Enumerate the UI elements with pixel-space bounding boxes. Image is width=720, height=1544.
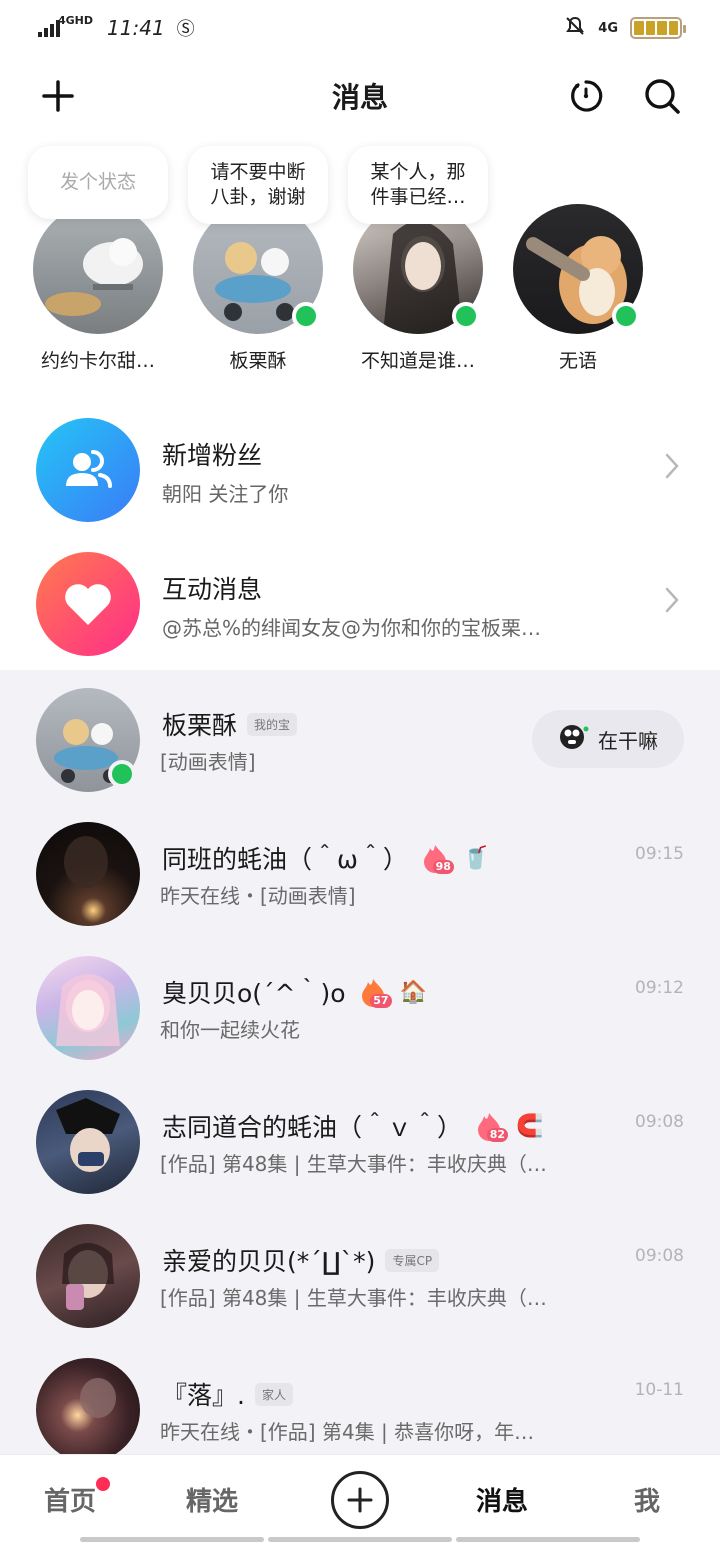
chat-name: 臭贝贝o(´^｀)o <box>162 979 346 1008</box>
nav-featured[interactable]: 精选 <box>186 1481 238 1518</box>
status-bubble[interactable]: 某个人，那件事已经… <box>348 146 488 224</box>
fans-icon <box>36 418 140 522</box>
chat-name-wrap: 『落』. 家人 <box>162 1376 293 1412</box>
avatar[interactable] <box>36 822 140 926</box>
flame-icon: 57 <box>356 976 392 1008</box>
relation-tag: 我的宝 <box>247 712 298 736</box>
chat-preview: [作品] 第48集 | 生草大事件：丰收庆典（… <box>160 1152 547 1176</box>
stories-row: 发个状态 约约卡尔甜… 请不要中断八卦，谢谢 板栗酥 某个人，那件事已经… 不知… <box>0 140 720 390</box>
house-icon: 🏠 <box>399 979 427 1005</box>
chat-name: 志同道合的蚝油（＾ｖ＾） <box>162 1113 463 1142</box>
unread-dot <box>96 1477 111 1491</box>
sticker-icon <box>558 721 590 758</box>
chat-name: 亲爱的贝贝(*´∐`*) <box>162 1247 376 1276</box>
network-label: 4GHD <box>58 13 94 27</box>
notification-icon: Ⓢ <box>176 19 195 40</box>
notif-title: 互动消息 <box>162 575 263 604</box>
plus-circle-icon[interactable] <box>331 1471 389 1529</box>
chat-time: 09:08 <box>635 1246 684 1266</box>
status-bubble[interactable]: 发个状态 <box>28 146 168 219</box>
chat-name: 同班的蚝油（＾ω＾） <box>162 845 408 874</box>
nav-featured-label: 精选 <box>186 1487 239 1517</box>
quick-reply-button[interactable]: 在干嘛 <box>532 710 684 768</box>
gesture-bar <box>80 1537 640 1542</box>
battery-icon <box>630 17 686 39</box>
story-name: 无语 <box>558 350 597 372</box>
refresh-icon[interactable] <box>566 76 606 116</box>
online-indicator <box>292 302 320 330</box>
interaction-row[interactable]: 互动消息 @苏总%的绯闻女友@为你和你的宝板栗… <box>0 538 720 668</box>
avatar[interactable] <box>33 204 163 334</box>
online-indicator <box>452 302 480 330</box>
chat-time: 10-11 <box>634 1380 684 1400</box>
nav-messages-label: 消息 <box>476 1487 529 1517</box>
list-item[interactable]: 同班的蚝油（＾ω＾） 98 🥤 昨天在线・[动画表情] 09:15 <box>0 806 720 940</box>
new-fans-row[interactable]: 新增粉丝 朝阳 关注了你 <box>0 404 720 534</box>
chat-name-wrap: 志同道合的蚝油（＾ｖ＾） 82 🧲 <box>162 1108 543 1144</box>
nav-home-label: 首页 <box>44 1487 97 1517</box>
list-item[interactable]: 『落』. 家人 昨天在线・[作品] 第4集 | 恭喜你呀，年… 10-11 <box>0 1342 720 1454</box>
chat-preview: 昨天在线・[动画表情] <box>160 884 356 908</box>
drink-icon: 🥤 <box>461 845 490 871</box>
chat-preview: [作品] 第48集 | 生草大事件：丰收庆典（… <box>160 1286 547 1310</box>
signal-icon <box>38 19 60 37</box>
avatar[interactable] <box>36 1090 140 1194</box>
clock: 11:41 <box>107 16 165 40</box>
chat-preview: 昨天在线・[作品] 第4集 | 恭喜你呀，年… <box>160 1420 535 1444</box>
relation-tag: 专属CP <box>385 1248 440 1272</box>
chat-name: 『落』. <box>162 1381 245 1410</box>
plus-icon[interactable] <box>38 76 78 116</box>
list-item[interactable]: 臭贝贝o(´^｀)o 57 🏠 和你一起续火花 09:12 <box>0 940 720 1074</box>
list-item[interactable]: 亲爱的贝贝(*´∐`*) 专属CP [作品] 第48集 | 生草大事件：丰收庆典… <box>0 1208 720 1342</box>
chat-name-wrap: 同班的蚝油（＾ω＾） 98 🥤 <box>162 840 489 876</box>
chat-name: 板栗酥 <box>162 711 238 740</box>
chat-time: 09:12 <box>635 978 684 998</box>
story-name: 板栗酥 <box>229 350 287 372</box>
story-name: 约约卡尔甜… <box>40 350 155 372</box>
chat-name-wrap: 臭贝贝o(´^｀)o 57 🏠 <box>162 974 427 1010</box>
chat-name-wrap: 亲爱的贝贝(*´∐`*) 专属CP <box>162 1242 440 1278</box>
online-indicator <box>108 760 136 788</box>
nav-me-label: 我 <box>634 1487 661 1517</box>
chat-time: 09:15 <box>635 844 684 864</box>
notif-subtitle: 朝阳 关注了你 <box>162 482 289 506</box>
avatar[interactable] <box>36 1224 140 1328</box>
network-type: 4G <box>598 20 618 36</box>
magnet-icon: 🧲 <box>516 1113 544 1139</box>
online-indicator <box>612 302 640 330</box>
flame-icon: 82 <box>472 1110 509 1142</box>
list-item[interactable]: 志同道合的蚝油（＾ｖ＾） 82 🧲 [作品] 第48集 | 生草大事件：丰收庆典… <box>0 1074 720 1208</box>
search-icon[interactable] <box>642 76 682 116</box>
flame-icon: 98 <box>418 842 454 874</box>
notif-subtitle: @苏总%的绯闻女友@为你和你的宝板栗… <box>162 616 542 640</box>
bottom-nav: 首页 精选 消息 我 <box>0 1454 720 1544</box>
chat-preview: 和你一起续火花 <box>160 1018 300 1042</box>
chat-name-wrap: 板栗酥 我的宝 <box>162 706 298 742</box>
nav-messages[interactable]: 消息 <box>476 1481 528 1518</box>
notif-title: 新增粉丝 <box>162 441 263 470</box>
nav-me[interactable]: 我 <box>634 1481 660 1518</box>
nav-home[interactable]: 首页 <box>44 1477 111 1518</box>
avatar[interactable] <box>36 956 140 1060</box>
header: 消息 <box>0 60 720 132</box>
mute-icon <box>564 15 586 42</box>
avatar[interactable] <box>36 1358 140 1454</box>
relation-tag: 家人 <box>254 1382 293 1406</box>
story-name: 不知道是谁… <box>360 350 475 372</box>
chat-time: 09:08 <box>635 1112 684 1132</box>
status-bar: 4GHD 11:41 Ⓢ 4G <box>0 0 720 56</box>
heart-icon <box>36 552 140 656</box>
quick-reply-label: 在干嘛 <box>598 728 658 753</box>
chevron-right-icon <box>664 452 680 484</box>
status-bubble[interactable]: 请不要中断八卦，谢谢 <box>188 146 328 224</box>
chat-list: 板栗酥 我的宝 [动画表情] 在干嘛 同班的蚝油（＾ω＾） 98 🥤 昨天在线・… <box>0 670 720 1454</box>
chevron-right-icon <box>664 586 680 618</box>
list-item[interactable]: 板栗酥 我的宝 [动画表情] 在干嘛 <box>0 672 720 806</box>
